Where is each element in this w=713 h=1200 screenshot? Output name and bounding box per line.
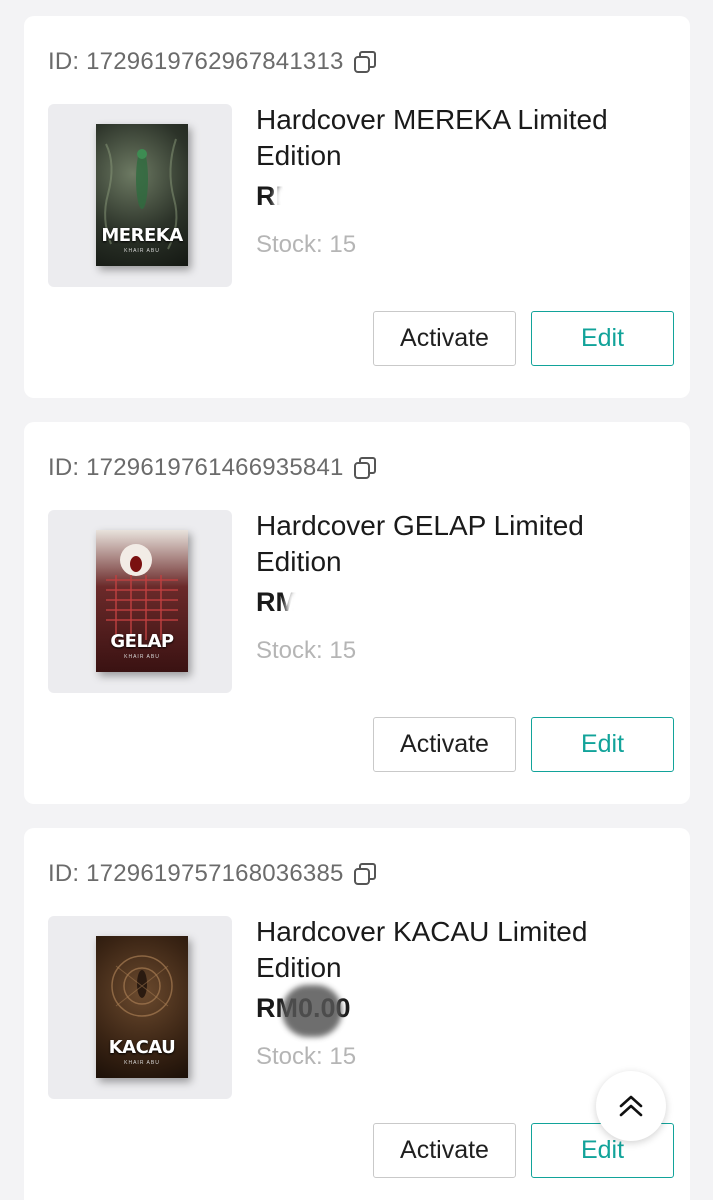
activate-button[interactable]: Activate bbox=[373, 311, 516, 366]
product-id-text: ID: 1729619757168036385 bbox=[48, 860, 344, 887]
activate-button[interactable]: Activate bbox=[373, 1123, 516, 1178]
book-cover-author: KHAIR ABU bbox=[124, 654, 160, 660]
product-card: ID: 1729619761466935841 GELAP KHAIR ABU … bbox=[24, 422, 690, 804]
book-cover-title: MEREKA bbox=[101, 225, 183, 246]
book-cover: KACAU KHAIR ABU bbox=[96, 936, 188, 1078]
product-title: Hardcover GELAP Limited Edition bbox=[256, 510, 584, 577]
product-id-text: ID: 1729619761466935841 bbox=[48, 454, 344, 481]
product-id-text: ID: 1729619762967841313 bbox=[48, 48, 344, 75]
product-price: RM0.00 bbox=[256, 985, 351, 1037]
product-id: ID: 1729619757168036385 bbox=[48, 860, 378, 888]
product-title: Hardcover MEREKA Limited Edition bbox=[256, 104, 608, 171]
product-stock: Stock: 15 bbox=[256, 1043, 357, 1070]
double-chevron-up-icon bbox=[619, 1095, 643, 1117]
scroll-to-top-button[interactable] bbox=[596, 1071, 666, 1141]
book-cover-title: GELAP bbox=[110, 631, 174, 652]
edit-button[interactable]: Edit bbox=[531, 717, 674, 772]
price-redaction bbox=[274, 173, 368, 225]
product-stock: Stock: 15 bbox=[256, 637, 357, 664]
product-card: ID: 1729619762967841313 MEREKA KHAIR ABU… bbox=[24, 16, 690, 398]
edit-button[interactable]: Edit bbox=[531, 311, 674, 366]
product-id: ID: 1729619762967841313 bbox=[48, 48, 378, 76]
product-thumbnail[interactable]: KACAU KHAIR ABU bbox=[48, 916, 232, 1099]
product-title: Hardcover KACAU Limited Edition bbox=[256, 916, 588, 983]
book-cover: MEREKA KHAIR ABU bbox=[96, 124, 188, 266]
product-thumbnail[interactable]: MEREKA KHAIR ABU bbox=[48, 104, 232, 287]
product-thumbnail[interactable]: GELAP KHAIR ABU bbox=[48, 510, 232, 693]
product-stock: Stock: 15 bbox=[256, 231, 357, 258]
book-cover-author: KHAIR ABU bbox=[124, 1060, 160, 1066]
product-list: ID: 1729619762967841313 MEREKA KHAIR ABU… bbox=[0, 0, 713, 1200]
book-cover-author: KHAIR ABU bbox=[124, 248, 160, 254]
book-cover: GELAP KHAIR ABU bbox=[96, 530, 188, 672]
book-cover-title: KACAU bbox=[108, 1037, 176, 1058]
price-redaction bbox=[286, 579, 366, 631]
price-redaction bbox=[282, 985, 342, 1037]
copy-icon[interactable] bbox=[352, 49, 378, 75]
copy-icon[interactable] bbox=[352, 861, 378, 887]
product-card: ID: 1729619757168036385 KACAU KHAIR ABU … bbox=[24, 828, 690, 1200]
product-price: RM0.00 bbox=[256, 579, 366, 631]
product-id: ID: 1729619761466935841 bbox=[48, 454, 378, 482]
copy-icon[interactable] bbox=[352, 455, 378, 481]
activate-button[interactable]: Activate bbox=[373, 717, 516, 772]
product-price: RM00 bbox=[256, 173, 368, 225]
